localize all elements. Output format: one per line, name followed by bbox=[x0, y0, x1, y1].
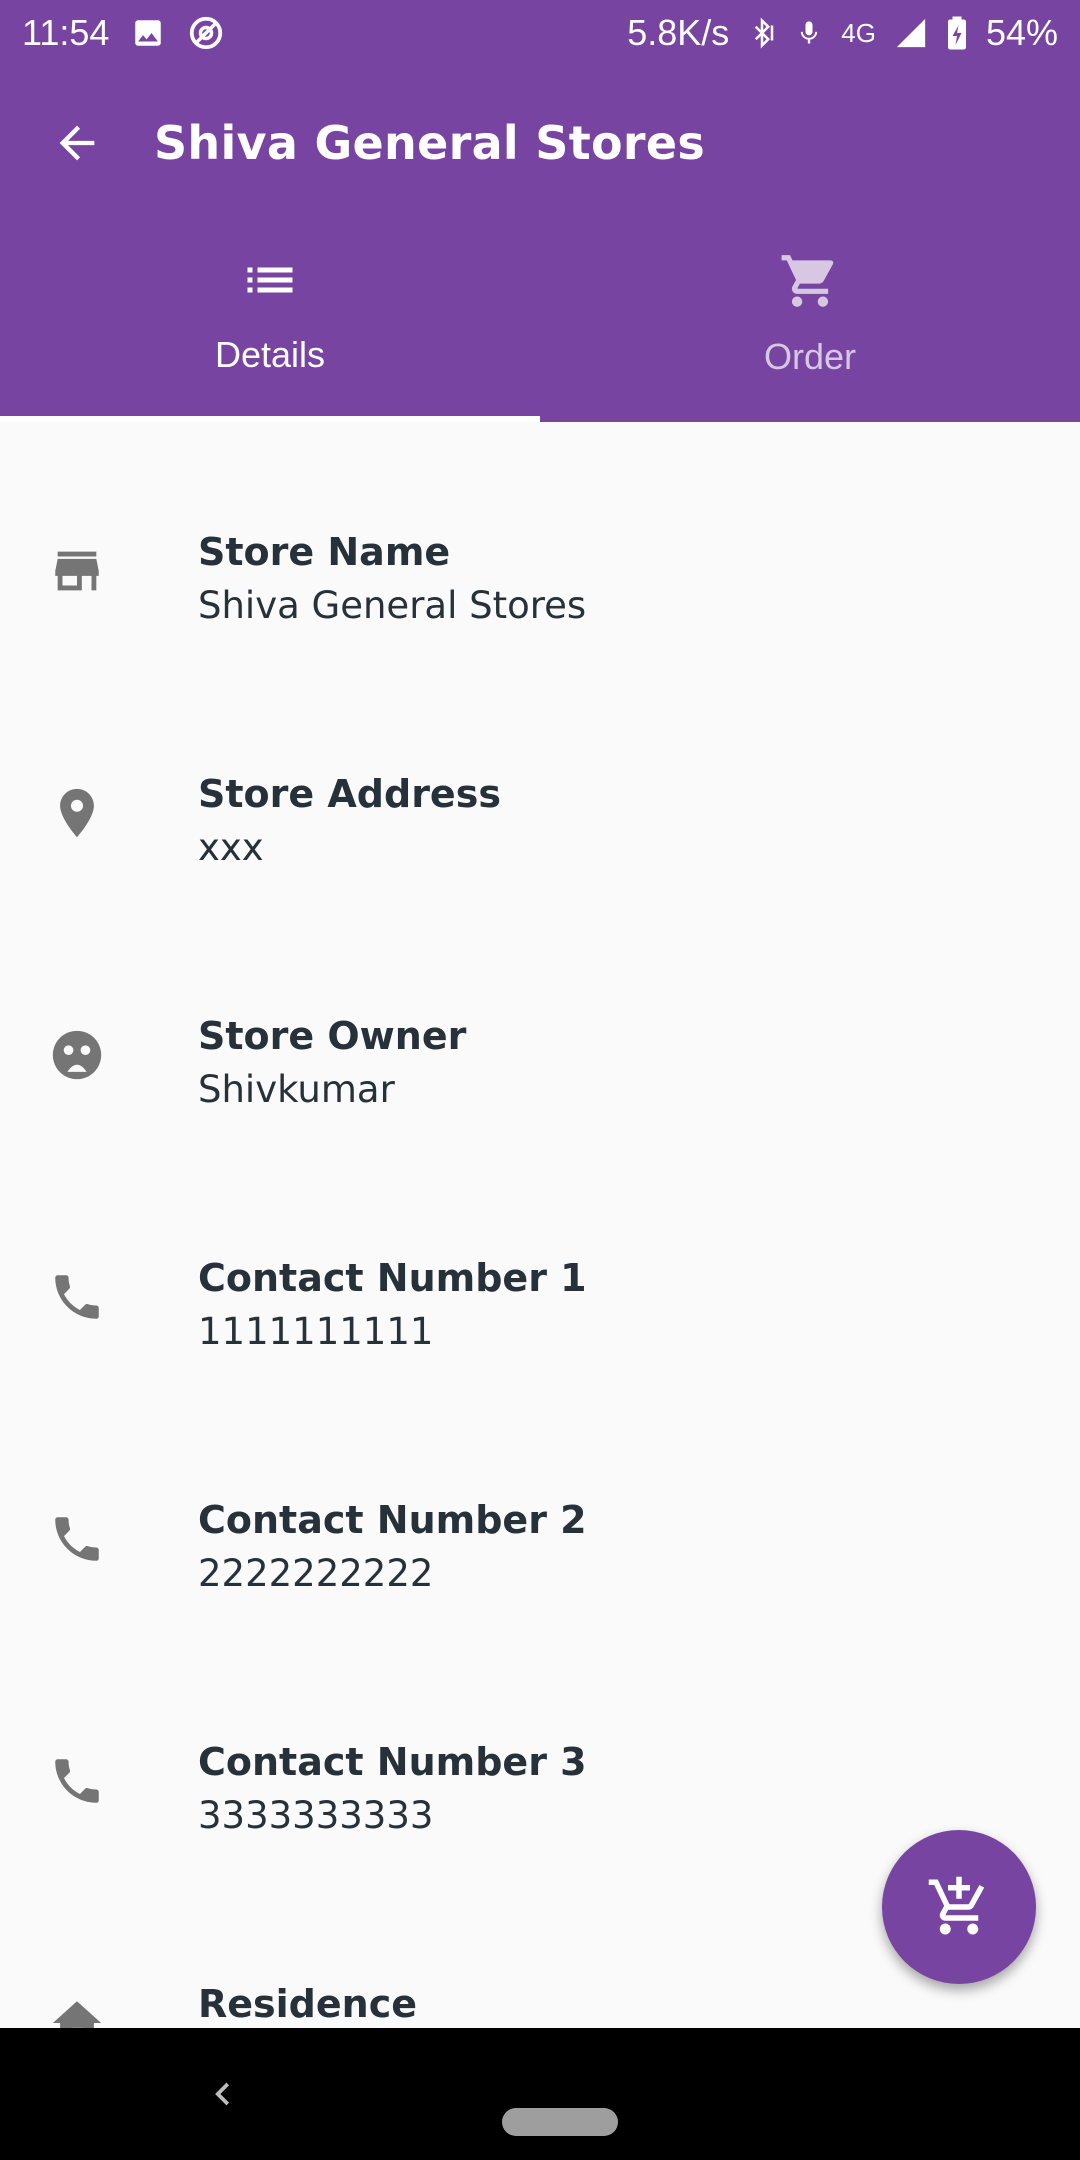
nav-home-pill[interactable] bbox=[502, 2108, 618, 2136]
battery-icon bbox=[946, 15, 968, 51]
image-icon bbox=[131, 16, 165, 50]
store-icon bbox=[46, 540, 108, 602]
arrow-back-icon bbox=[59, 125, 95, 161]
detail-label: Contact Number 1 bbox=[198, 1256, 587, 1300]
face-icon bbox=[46, 1024, 108, 1086]
tab-order[interactable]: Order bbox=[540, 220, 1080, 422]
tab-label: Order bbox=[763, 336, 857, 377]
detail-row-contact-2: Contact Number 2 2222222222 bbox=[0, 1390, 1080, 1632]
back-button[interactable] bbox=[42, 108, 112, 178]
battery-percent: 54% bbox=[985, 12, 1058, 53]
network-type: 4G bbox=[841, 17, 876, 48]
detail-value: 1111111111 bbox=[198, 1310, 434, 1353]
page-title: Shiva General Stores bbox=[154, 116, 706, 170]
nav-back-button[interactable] bbox=[206, 2076, 242, 2112]
network-speed: 5.8K/s bbox=[627, 12, 730, 53]
tab-label: Details bbox=[214, 334, 326, 375]
detail-row-store-owner: Store Owner Shivkumar bbox=[0, 906, 1080, 1148]
detail-value: 2222222222 bbox=[198, 1552, 434, 1595]
add-to-cart-fab[interactable] bbox=[882, 1830, 1036, 1984]
system-nav-bar bbox=[0, 2028, 1080, 2160]
phone-icon bbox=[46, 1750, 108, 1812]
detail-label: Contact Number 2 bbox=[198, 1498, 587, 1542]
cart-icon bbox=[781, 255, 834, 307]
detail-value: Shiva General Stores bbox=[198, 584, 587, 627]
detail-label: Store Address bbox=[198, 772, 501, 816]
tab-bar: Details Order bbox=[0, 220, 1080, 422]
detail-label: Contact Number 3 bbox=[198, 1740, 587, 1784]
mic-icon bbox=[795, 15, 823, 51]
phone-icon bbox=[46, 1266, 108, 1328]
detail-value: Shivkumar bbox=[198, 1068, 395, 1111]
tab-details[interactable]: Details bbox=[0, 220, 540, 422]
list-icon bbox=[247, 267, 293, 293]
location-pin-icon bbox=[46, 782, 108, 844]
add-shopping-cart-icon bbox=[928, 1876, 985, 1935]
detail-row-store-address: Store Address xxx bbox=[0, 664, 1080, 906]
detail-row-contact-1: Contact Number 1 1111111111 bbox=[0, 1148, 1080, 1390]
detail-label: Store Name bbox=[198, 530, 451, 574]
status-bar: 11:54 5.8K/s 4G 54% bbox=[0, 0, 1080, 66]
detail-value: 3333333333 bbox=[198, 1794, 434, 1837]
bluetooth-icon bbox=[747, 15, 777, 51]
signal-icon bbox=[894, 16, 928, 50]
phone-icon bbox=[46, 1508, 108, 1570]
status-time: 11:54 bbox=[22, 12, 110, 53]
sync-icon bbox=[187, 14, 225, 52]
detail-label: Residence bbox=[198, 1982, 418, 2026]
detail-row-contact-3: Contact Number 3 3333333333 bbox=[0, 1632, 1080, 1874]
detail-label: Store Owner bbox=[198, 1014, 467, 1058]
detail-row-store-name: Store Name Shiva General Stores bbox=[0, 422, 1080, 664]
app-toolbar: Shiva General Stores bbox=[0, 66, 1080, 220]
detail-value: xxx bbox=[198, 826, 264, 869]
chevron-left-icon bbox=[215, 2082, 230, 2106]
